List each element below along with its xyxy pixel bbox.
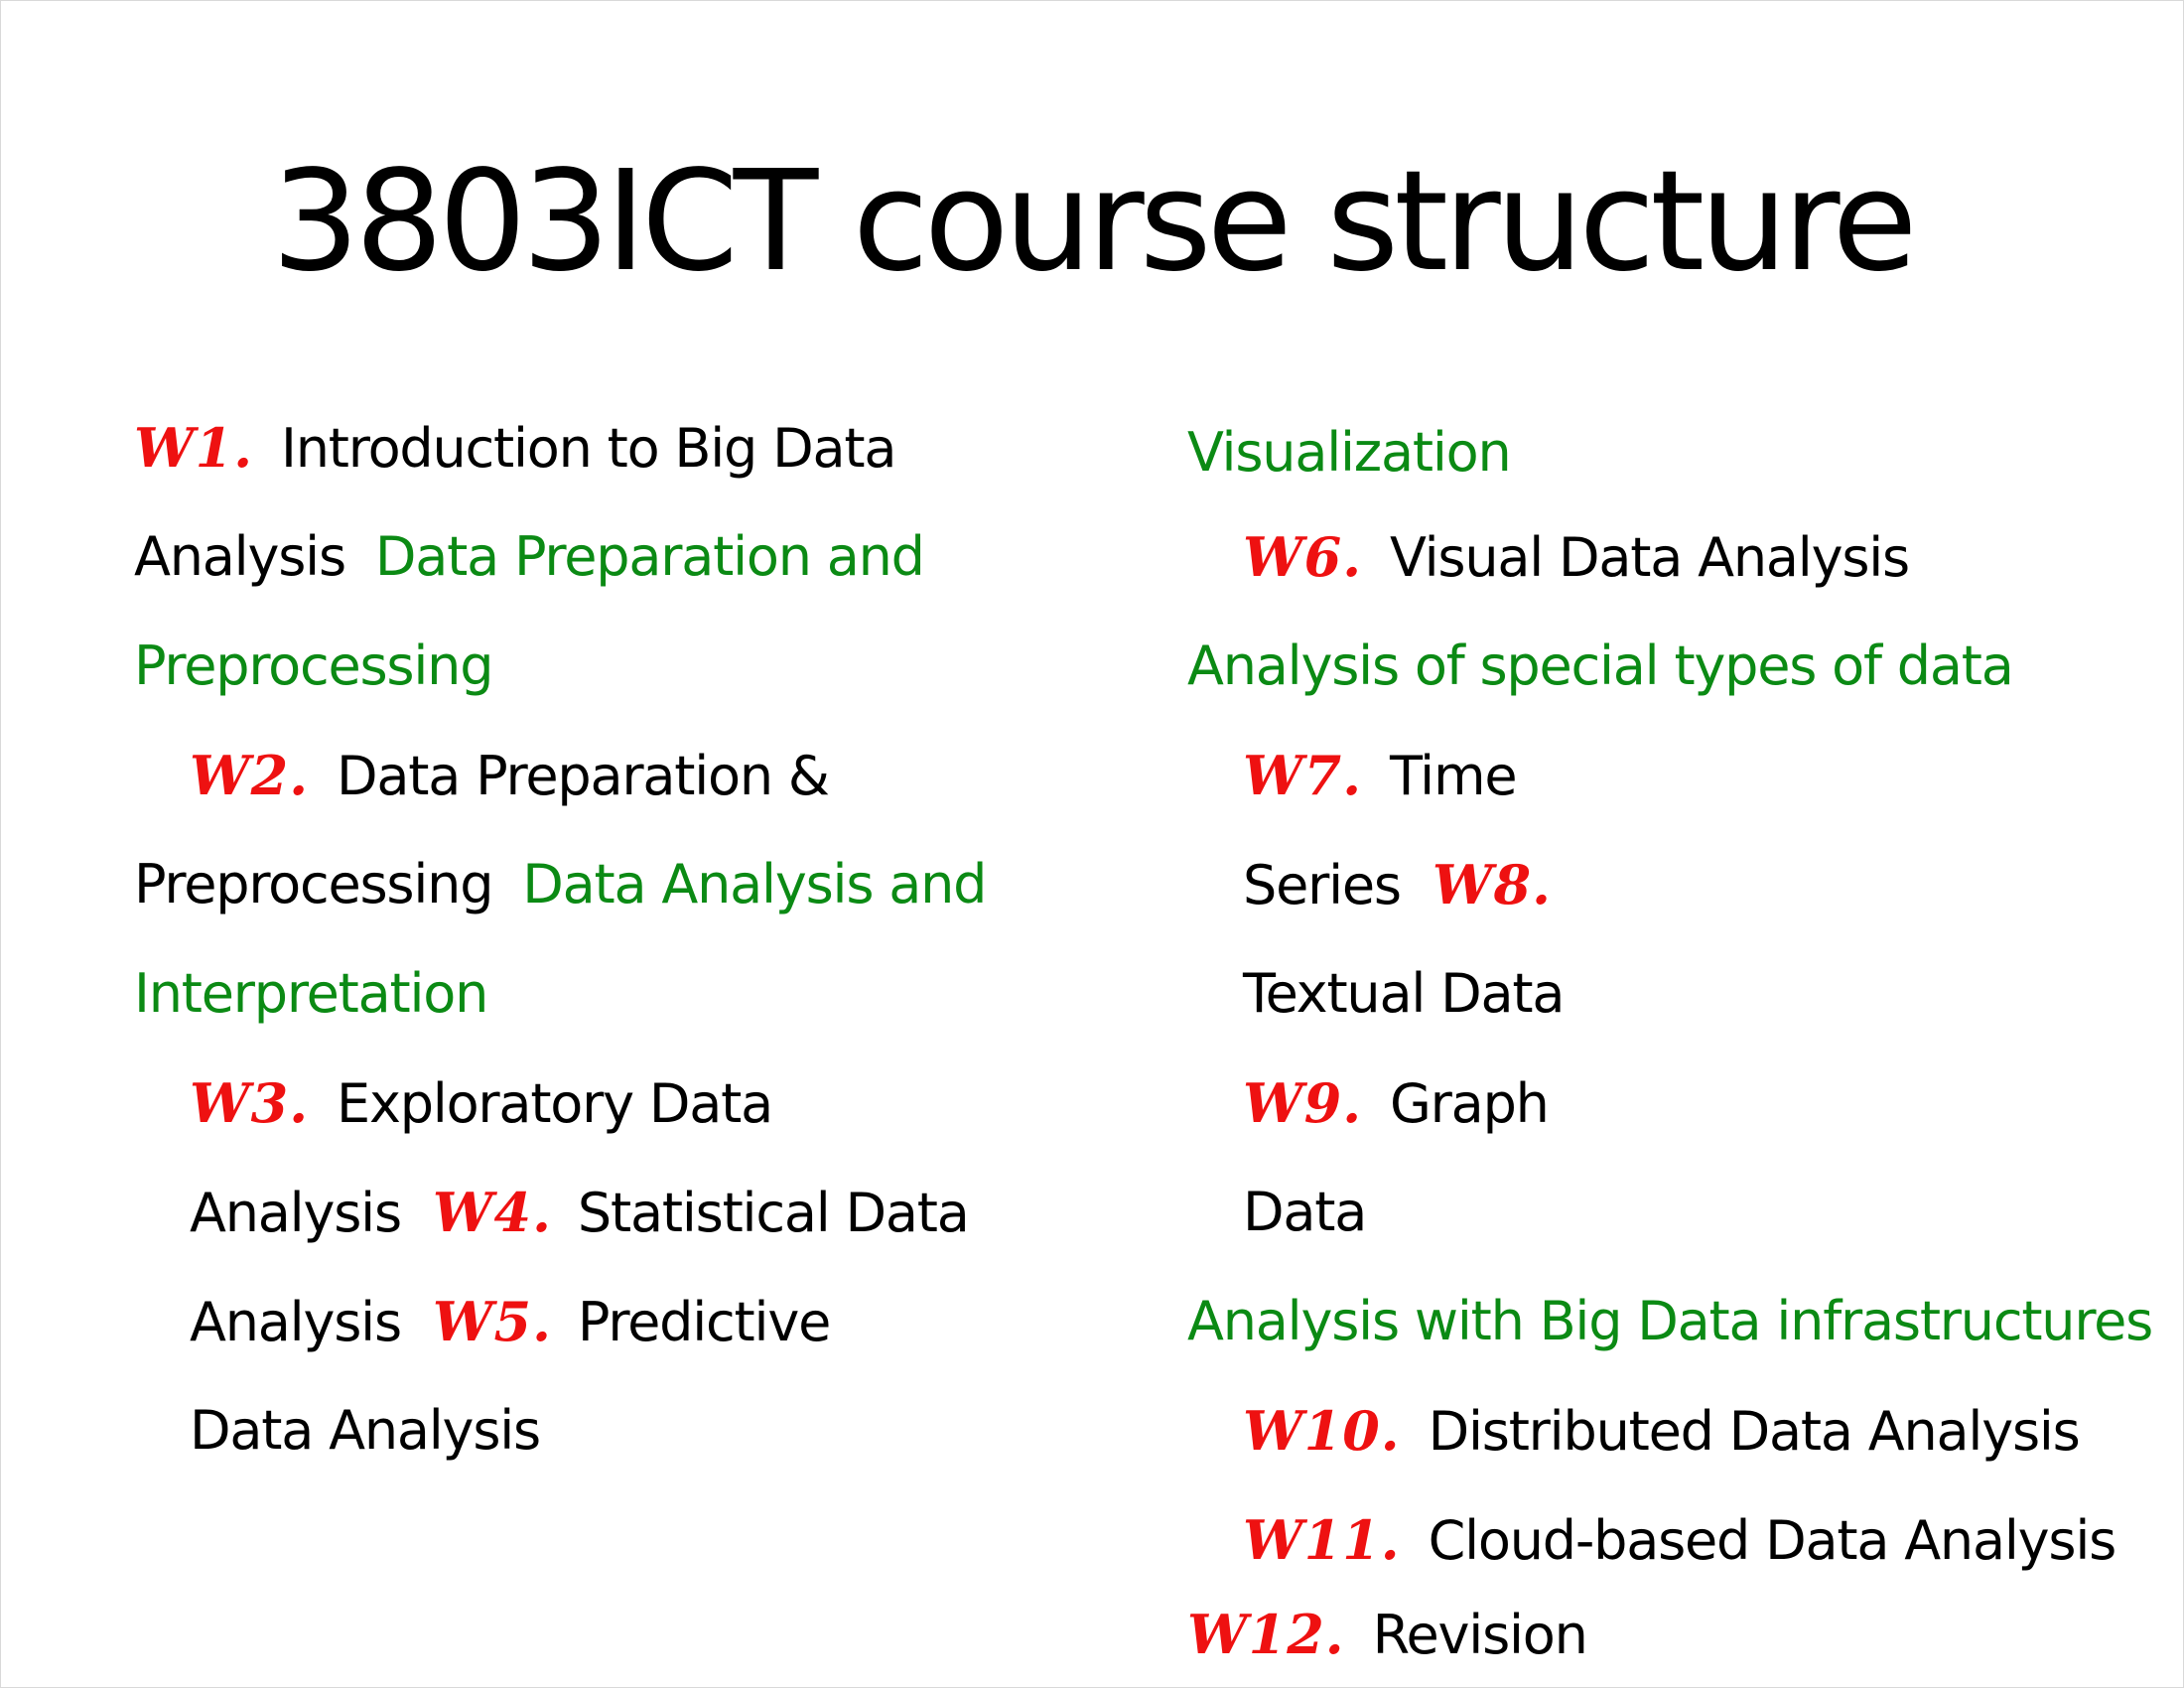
right-line-9: Analysis with Big Data infrastructures (1187, 1277, 2153, 1366)
week-label-w6: W6. (1243, 525, 1363, 589)
topic-continuation: Preprocessing (134, 853, 493, 915)
section-heading-continuation: Preprocessing (134, 634, 493, 697)
left-line-2: Analysis Data Preparation and (134, 512, 925, 602)
right-line-12: W12. Revision (1187, 1590, 1588, 1679)
left-line-10: Data Analysis (190, 1386, 541, 1476)
week-topic-w12: Revision (1372, 1604, 1588, 1666)
left-line-6: Interpretation (134, 949, 488, 1039)
week-topic-w5: Predictive (577, 1291, 831, 1353)
week-topic-w3: Exploratory Data (337, 1072, 773, 1135)
topic-continuation: Series (1243, 854, 1402, 916)
slide: 3803ICT course structure W1. Introduction… (0, 0, 2184, 1688)
week-label-w9: W9. (1243, 1071, 1363, 1135)
section-heading-data-analysis: Data Analysis and (522, 853, 987, 915)
right-line-1: Visualization (1187, 408, 1512, 497)
right-line-4: W7. Time (1243, 731, 1518, 820)
week-label-w8: W8. (1432, 853, 1552, 916)
week-label-w10: W10. (1243, 1399, 1401, 1463)
week-topic-w8: Textual Data (1243, 962, 1565, 1025)
left-line-3: Preprocessing (134, 622, 493, 711)
section-heading-continuation: Interpretation (134, 962, 488, 1025)
week-label-w7: W7. (1243, 744, 1363, 807)
right-line-8: Data (1243, 1168, 1367, 1257)
left-line-8: Analysis W4. Statistical Data (190, 1168, 970, 1257)
topic-continuation: Data Analysis (190, 1399, 541, 1462)
week-label-w1: W1. (134, 416, 254, 480)
week-topic-w10: Distributed Data Analysis (1428, 1400, 2081, 1463)
week-topic-w4: Statistical Data (577, 1182, 970, 1244)
week-label-w2: W2. (190, 744, 310, 807)
week-label-w11: W11. (1243, 1508, 1401, 1572)
topic-continuation: Analysis (190, 1182, 402, 1244)
left-line-7: W3. Exploratory Data (190, 1058, 773, 1148)
left-line-5: Preprocessing Data Analysis and (134, 840, 987, 929)
right-line-6: Textual Data (1243, 949, 1565, 1039)
right-line-10: W10. Distributed Data Analysis (1243, 1386, 2081, 1476)
topic-continuation: Data (1243, 1181, 1367, 1243)
right-line-2: W6. Visual Data Analysis (1243, 512, 1910, 602)
topic-continuation: Analysis (134, 525, 346, 588)
section-heading-special-types: Analysis of special types of data (1187, 634, 2014, 697)
right-line-3: Analysis of special types of data (1187, 622, 2014, 711)
week-topic-w7: Time (1390, 745, 1518, 807)
week-label-w3: W3. (190, 1071, 310, 1135)
section-heading-visualization: Visualization (1187, 421, 1512, 484)
topic-continuation: Analysis (190, 1291, 402, 1353)
week-label-w4: W4. (432, 1181, 552, 1244)
week-label-w12: W12. (1187, 1603, 1345, 1666)
section-heading-big-data-infrastructures: Analysis with Big Data infrastructures (1187, 1290, 2153, 1352)
right-line-5: Series W8. (1243, 840, 1552, 929)
slide-title: 3803ICT course structure (271, 141, 1917, 303)
right-line-11: W11. Cloud-based Data Analysis (1243, 1495, 2116, 1585)
right-line-7: W9. Graph (1243, 1058, 1550, 1148)
left-line-9: Analysis W5. Predictive (190, 1277, 831, 1366)
week-topic-w1: Introduction to Big Data (281, 417, 896, 480)
week-topic-w9: Graph (1390, 1072, 1550, 1135)
left-line-4: W2. Data Preparation & (190, 731, 830, 820)
week-topic-w11: Cloud-based Data Analysis (1428, 1509, 2117, 1572)
week-topic-w2: Data Preparation & (337, 745, 830, 807)
week-label-w5: W5. (432, 1290, 552, 1353)
section-heading-data-preparation: Data Preparation and (374, 525, 925, 588)
left-line-1: W1. Introduction to Big Data (134, 403, 896, 492)
week-topic-w6: Visual Data Analysis (1390, 526, 1910, 589)
